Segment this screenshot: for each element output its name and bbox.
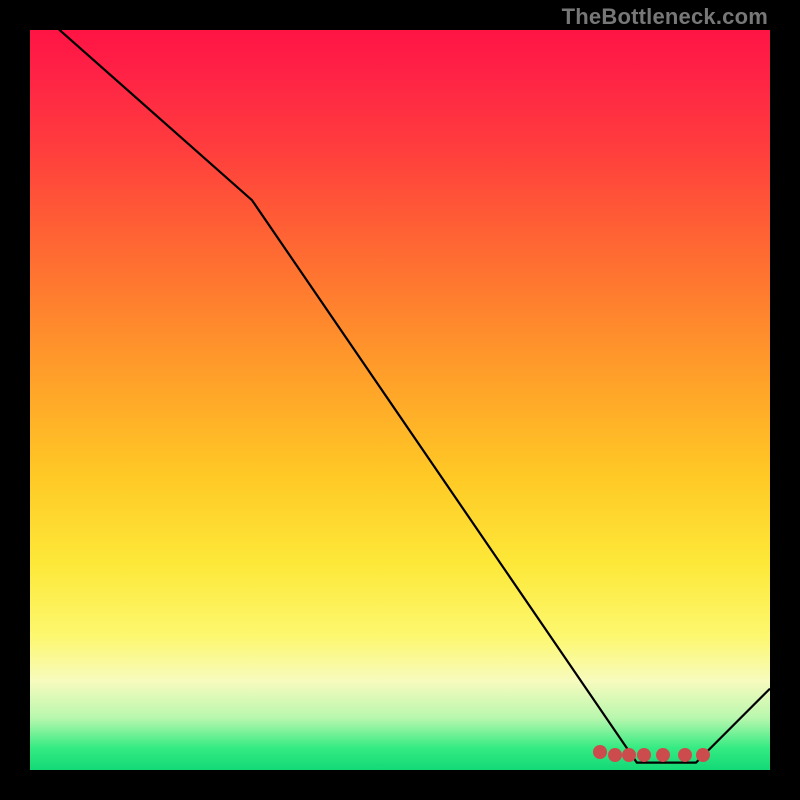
marker-dot [593,745,607,759]
chart-container: TheBottleneck.com [0,0,800,800]
marker-dot [608,748,622,762]
plot-area [30,30,770,770]
watermark-text: TheBottleneck.com [562,4,768,30]
marker-dot [678,748,692,762]
data-line [30,30,770,763]
line-plot-svg [30,30,770,770]
marker-dot [656,748,670,762]
